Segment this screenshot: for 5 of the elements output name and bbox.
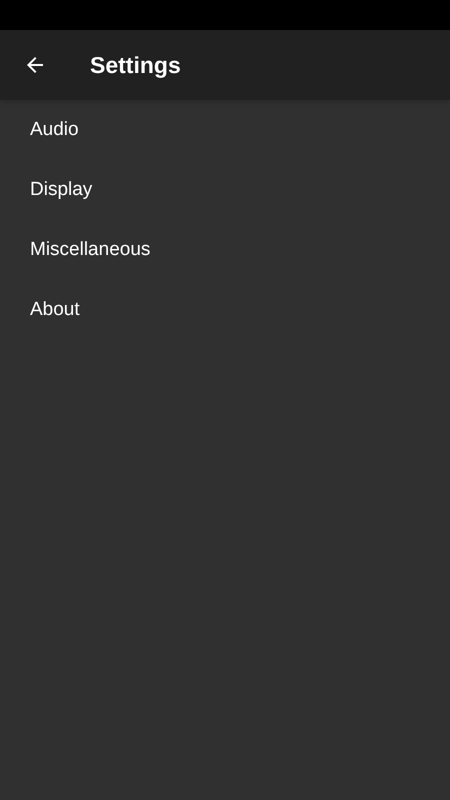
settings-category[interactable]: Audio xyxy=(30,116,79,144)
settings-category[interactable]: Miscellaneous xyxy=(30,236,150,264)
screen-title: Settings xyxy=(90,50,181,80)
settings-category[interactable]: About xyxy=(30,296,80,324)
settings-category[interactable]: Display xyxy=(30,176,92,204)
